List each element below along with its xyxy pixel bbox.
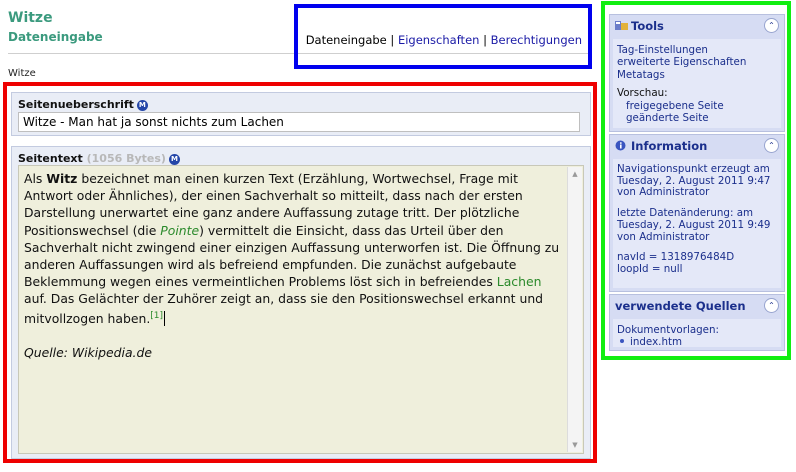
collapse-icon[interactable]: ⌃ bbox=[764, 298, 779, 313]
link-geaenderte-seite[interactable]: geänderte Seite bbox=[617, 112, 781, 124]
byte-count: (1056 Bytes) bbox=[86, 152, 166, 165]
link-metatags[interactable]: Metatags bbox=[617, 69, 781, 81]
nav-tabs: Dateneingabe | Eigenschaften | Berechtig… bbox=[306, 33, 582, 47]
tools-panel-body: Tag-Einstellungen erweiterte Eigenschaft… bbox=[613, 39, 781, 128]
breadcrumb[interactable]: Witze bbox=[8, 68, 36, 79]
sources-panel-body: Dokumentvorlagen: index.htm bbox=[613, 319, 781, 348]
loop-id: loopId = null bbox=[617, 262, 683, 275]
text-cursor: ​ bbox=[164, 310, 166, 326]
nav-tabs-box: Dateneingabe | Eigenschaften | Berechtig… bbox=[294, 4, 592, 69]
tools-panel-title: Tools bbox=[615, 19, 758, 35]
scrollbar[interactable]: ▲ ▼ bbox=[567, 167, 582, 452]
modified-date: Tuesday, 2. August 2011 9:49 bbox=[617, 218, 771, 231]
collapse-icon[interactable]: ⌃ bbox=[764, 18, 779, 33]
scroll-down-icon[interactable]: ▼ bbox=[568, 438, 582, 452]
info-icon bbox=[615, 140, 626, 151]
sources-label: Dokumentvorlagen: bbox=[617, 324, 719, 336]
link-tag-einstellungen[interactable]: Tag-Einstellungen bbox=[617, 44, 781, 56]
text-field-label: Seitentext (1056 Bytes) M bbox=[18, 152, 180, 165]
text-content[interactable]: Als Witz bezeichnet man einen kurzen Tex… bbox=[24, 170, 564, 361]
information-panel-title: Information bbox=[615, 139, 758, 155]
link-freigegebene-seite[interactable]: freigegebene Seite bbox=[617, 100, 781, 112]
created-by: von Administrator bbox=[617, 186, 710, 199]
page-title: Witze bbox=[8, 10, 53, 26]
source-item[interactable]: index.htm bbox=[617, 336, 781, 348]
heading-input[interactable] bbox=[18, 112, 580, 132]
nav-separator: | bbox=[390, 33, 395, 47]
sources-panel-title: verwendete Quellen bbox=[615, 299, 746, 313]
heading-field: Seitenueberschrift M bbox=[11, 92, 591, 136]
tab-berechtigungen[interactable]: Berechtigungen bbox=[491, 33, 582, 47]
text-field: Seitentext (1056 Bytes) M Als Witz bezeic… bbox=[11, 146, 591, 459]
heading-field-label: Seitenueberschrift M bbox=[18, 98, 148, 111]
text-editor[interactable]: Als Witz bezeichnet man einen kurzen Tex… bbox=[18, 165, 584, 454]
meta-icon[interactable]: M bbox=[168, 154, 180, 165]
scroll-up-icon[interactable]: ▲ bbox=[568, 167, 582, 181]
link-erweiterte-eigenschaften[interactable]: erweiterte Eigenschaften bbox=[617, 56, 781, 68]
information-panel: Information ⌃ Navigationspunkt erzeugt a… bbox=[609, 134, 785, 292]
tools-panel: Tools ⌃ Tag-Einstellungen erweiterte Eig… bbox=[609, 14, 785, 132]
created-line: Navigationspunkt erzeugt am bbox=[617, 163, 770, 175]
sources-panel: verwendete Quellen ⌃ Dokumentvorlagen: i… bbox=[609, 294, 785, 351]
page-subtitle: Dateneingabe bbox=[8, 30, 103, 44]
sidebar: Tools ⌃ Tag-Einstellungen erweiterte Eig… bbox=[601, 1, 791, 360]
meta-icon[interactable]: M bbox=[136, 100, 148, 111]
tab-eigenschaften[interactable]: Eigenschaften bbox=[398, 33, 480, 47]
footnote-link[interactable]: [1] bbox=[150, 311, 163, 321]
nav-separator: | bbox=[483, 33, 487, 47]
collapse-icon[interactable]: ⌃ bbox=[764, 138, 779, 153]
modified-by: von Administrator bbox=[617, 230, 710, 243]
paragraph: Als Witz bezeichnet man einen kurzen Tex… bbox=[24, 171, 560, 326]
link-lachen[interactable]: Lachen bbox=[497, 274, 542, 289]
preview-label: Vorschau: bbox=[617, 87, 668, 100]
tab-dateneingabe[interactable]: Dateneingabe bbox=[306, 33, 387, 47]
tools-icon bbox=[615, 21, 628, 30]
information-panel-body: Navigationspunkt erzeugt am Tuesday, 2. … bbox=[613, 159, 781, 288]
link-pointe[interactable]: Pointe bbox=[160, 223, 199, 238]
bullet-icon bbox=[620, 339, 624, 343]
source-note: Quelle: Wikipedia.de bbox=[24, 344, 152, 360]
